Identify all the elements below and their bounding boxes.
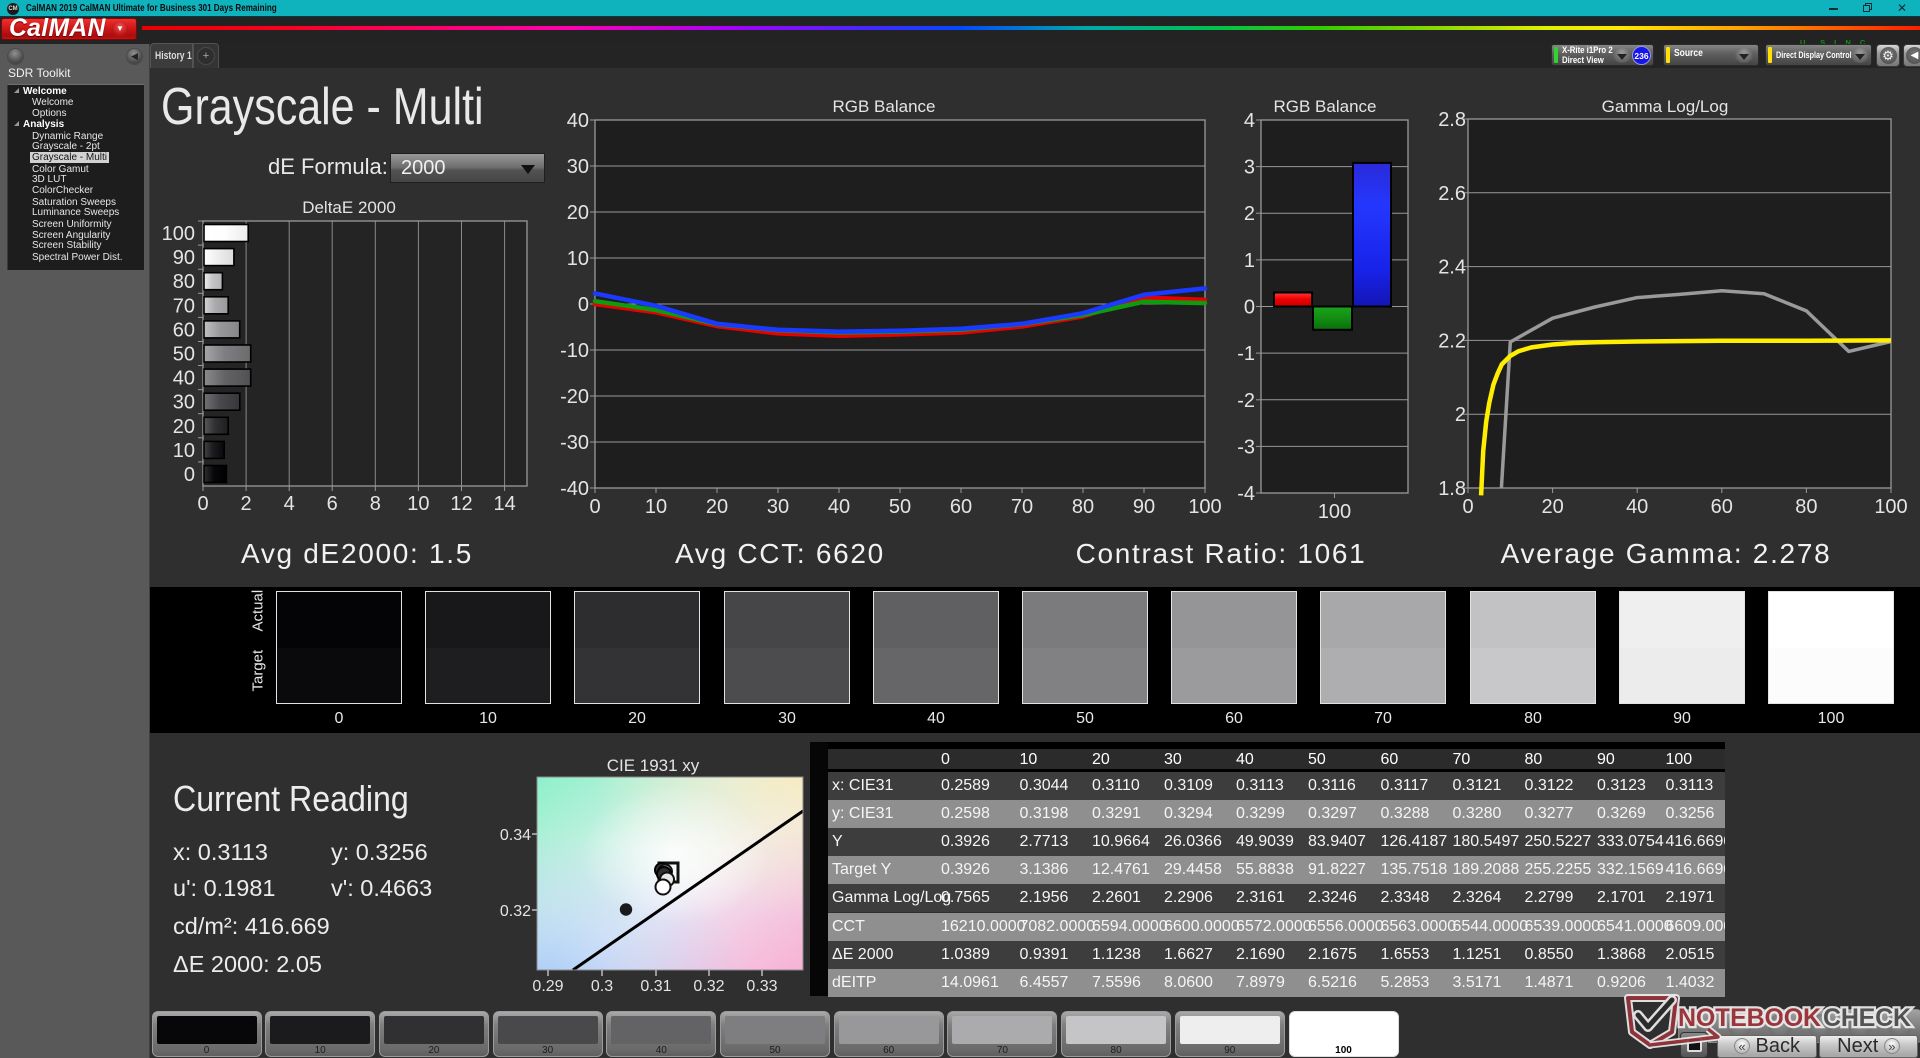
svg-text:20: 20 [567, 202, 589, 224]
svg-text:50: 50 [173, 344, 195, 366]
svg-text:2: 2 [1455, 404, 1466, 426]
svg-text:-40: -40 [560, 478, 589, 500]
svg-text:70: 70 [1011, 496, 1033, 518]
svg-text:-10: -10 [560, 340, 589, 362]
svg-text:100: 100 [162, 223, 195, 245]
svg-text:0: 0 [589, 496, 600, 518]
svg-text:1: 1 [1244, 250, 1255, 272]
svg-text:40: 40 [1626, 496, 1648, 518]
svg-text:80: 80 [1072, 496, 1094, 518]
svg-text:20: 20 [173, 416, 195, 438]
svg-text:0.34: 0.34 [500, 827, 531, 844]
svg-text:40: 40 [173, 368, 195, 390]
svg-text:4: 4 [1244, 110, 1255, 132]
svg-text:0.33: 0.33 [746, 978, 777, 995]
svg-text:-3: -3 [1237, 436, 1255, 458]
svg-text:-1: -1 [1237, 343, 1255, 365]
svg-text:3: 3 [1244, 157, 1255, 179]
svg-text:2.2: 2.2 [1438, 330, 1466, 352]
svg-text:2: 2 [241, 493, 252, 515]
svg-text:0: 0 [1462, 496, 1473, 518]
svg-text:8: 8 [370, 493, 381, 515]
svg-text:0: 0 [197, 493, 208, 515]
svg-text:80: 80 [173, 271, 195, 293]
svg-text:100: 100 [1874, 496, 1907, 518]
svg-text:0.31: 0.31 [640, 978, 671, 995]
svg-text:NOTEBOOK: NOTEBOOK [1678, 1004, 1821, 1032]
svg-text:0.32: 0.32 [500, 903, 531, 920]
svg-text:10: 10 [173, 440, 195, 462]
svg-text:90: 90 [173, 247, 195, 269]
svg-text:20: 20 [706, 496, 728, 518]
svg-text:60: 60 [173, 319, 195, 341]
svg-text:40: 40 [828, 496, 850, 518]
svg-text:0.3: 0.3 [591, 978, 613, 995]
svg-text:100: 100 [1188, 496, 1221, 518]
svg-text:-4: -4 [1237, 483, 1255, 505]
svg-text:0.29: 0.29 [532, 978, 563, 995]
svg-text:RGB Balance: RGB Balance [1274, 97, 1377, 116]
svg-text:40: 40 [567, 110, 589, 132]
svg-text:0: 0 [1244, 297, 1255, 319]
svg-text:30: 30 [567, 156, 589, 178]
svg-text:60: 60 [950, 496, 972, 518]
svg-text:90: 90 [1133, 496, 1155, 518]
svg-text:-2: -2 [1237, 390, 1255, 412]
svg-text:-30: -30 [560, 432, 589, 454]
svg-text:2.8: 2.8 [1438, 109, 1466, 131]
svg-text:80: 80 [1795, 496, 1817, 518]
svg-text:CIE 1931 xy: CIE 1931 xy [607, 756, 700, 775]
svg-text:60: 60 [1711, 496, 1733, 518]
svg-text:0.32: 0.32 [693, 978, 724, 995]
svg-text:14: 14 [493, 493, 515, 515]
svg-text:0: 0 [578, 294, 589, 316]
svg-text:4: 4 [284, 493, 295, 515]
svg-text:30: 30 [767, 496, 789, 518]
svg-text:12: 12 [450, 493, 472, 515]
svg-text:10: 10 [567, 248, 589, 270]
svg-text:Gamma Log/Log: Gamma Log/Log [1602, 97, 1729, 116]
svg-text:2.6: 2.6 [1438, 183, 1466, 205]
svg-text:2.4: 2.4 [1438, 257, 1466, 279]
svg-text:10: 10 [645, 496, 667, 518]
svg-text:0: 0 [184, 464, 195, 486]
svg-text:100: 100 [1318, 501, 1351, 523]
svg-text:20: 20 [1541, 496, 1563, 518]
svg-text:2: 2 [1244, 203, 1255, 225]
svg-text:6: 6 [327, 493, 338, 515]
svg-text:DeltaE 2000: DeltaE 2000 [302, 198, 396, 217]
svg-text:-20: -20 [560, 386, 589, 408]
svg-text:50: 50 [889, 496, 911, 518]
svg-text:70: 70 [173, 295, 195, 317]
svg-text:10: 10 [407, 493, 429, 515]
svg-text:CHECK: CHECK [1823, 1004, 1911, 1032]
svg-text:RGB Balance: RGB Balance [833, 97, 936, 116]
svg-text:30: 30 [173, 392, 195, 414]
